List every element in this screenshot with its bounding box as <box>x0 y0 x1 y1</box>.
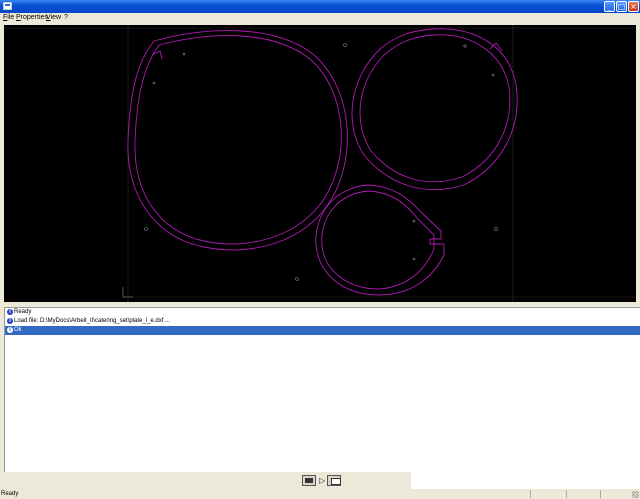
menu-bar: File Properties View ? <box>0 13 640 22</box>
contour-large-plate <box>127 30 348 251</box>
tool-strip: ▷ <box>0 472 411 489</box>
output-screen-button[interactable] <box>327 475 341 486</box>
status-divider <box>530 490 531 498</box>
dxf-canvas[interactable] <box>4 25 636 302</box>
log-row[interactable]: i Load file: D:\MyDocs\Arbeit_II\caterin… <box>5 317 640 326</box>
menu-properties[interactable]: Properties <box>16 13 48 22</box>
resize-grip-icon[interactable] <box>632 491 639 498</box>
log-text: Ready <box>14 309 32 315</box>
minimize-icon: _ <box>607 2 612 11</box>
info-icon: i <box>7 309 13 315</box>
close-icon: × <box>630 2 637 11</box>
minimize-button[interactable]: _ <box>604 1 615 12</box>
menu-help[interactable]: ? <box>64 13 68 22</box>
app-icon[interactable] <box>3 2 12 10</box>
contour-medium-plate <box>351 28 518 191</box>
status-bar: Ready <box>0 489 640 499</box>
log-row[interactable]: i Ready <box>5 308 640 317</box>
contour-small-plate <box>315 184 445 296</box>
close-button[interactable]: × <box>628 1 639 12</box>
maximize-icon: □ <box>617 2 626 11</box>
drawing-panel <box>0 22 640 305</box>
reference-markers <box>144 43 498 281</box>
log-panel[interactable]: i Ready i Load file: D:\MyDocs\Arbeit_II… <box>4 307 640 472</box>
play-icon[interactable]: ▷ <box>319 476 325 485</box>
log-row-selected[interactable]: i Ok <box>5 326 640 335</box>
log-text: Ok <box>14 327 22 333</box>
status-text: Ready <box>1 491 19 497</box>
status-divider <box>566 490 567 498</box>
log-text: Load file: D:\MyDocs\Arbeit_II\catering_… <box>14 318 171 324</box>
app-window: _ □ × File Properties View ? i Ready i L… <box>0 0 640 499</box>
title-bar[interactable]: _ □ × <box>0 0 640 13</box>
maximize-button[interactable]: □ <box>616 1 627 12</box>
info-icon: i <box>7 327 13 333</box>
status-divider <box>600 490 601 498</box>
dxf-drawing <box>4 25 636 302</box>
menu-view[interactable]: View <box>46 13 61 22</box>
menu-file[interactable]: File <box>3 13 14 22</box>
view-screen-button[interactable] <box>302 475 316 486</box>
info-icon: i <box>7 318 13 324</box>
blank-area <box>411 472 640 489</box>
